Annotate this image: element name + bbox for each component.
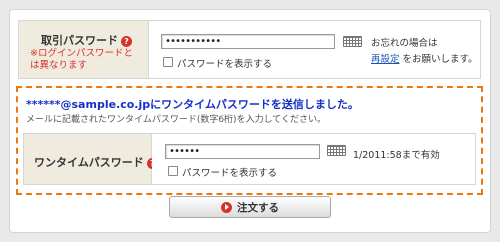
transaction-password-row: 取引パスワード? ※ログインパスワードとは異なります ••••••••••• パ… (18, 20, 481, 79)
help-icon[interactable]: ? (121, 35, 132, 47)
reset-line: 再設定 をお願いします。 (371, 52, 478, 68)
otp-expiry: 1/2011:58まで有効 (353, 150, 440, 161)
otp-input[interactable]: •••••• (165, 144, 320, 159)
otp-instruction: メールに記載されたワンタイムパスワード(数字6桁)を入力してください。 (26, 115, 327, 125)
otp-show-password-label: パスワードを表示する (182, 168, 278, 179)
otp-sent-notice: ******@sample.co.jpにワンタイムパスワードを送信しました。 (26, 98, 359, 111)
keyboard-icon[interactable] (327, 145, 346, 156)
password-note: ※ログインパスワードとは異なります (30, 48, 133, 71)
otp-value-cell: •••••• パスワードを表示する 1/2011:58まで有効 (152, 134, 475, 184)
order-button-label: 注文する (237, 201, 279, 214)
show-password-label: パスワードを表示する (177, 59, 273, 70)
transaction-password-label: 取引パスワード? (41, 32, 132, 48)
otp-label: ワンタイムパスワード? (34, 154, 158, 170)
otp-show-password-checkbox[interactable] (168, 166, 178, 176)
order-button[interactable]: 注文する (169, 196, 331, 218)
transaction-password-label-text: 取引パスワード (41, 34, 118, 47)
keyboard-icon[interactable] (343, 36, 362, 47)
otp-label-cell: ワンタイムパスワード? (24, 134, 158, 184)
play-icon (221, 201, 232, 213)
forgot-password-text: お忘れの場合は 再設定 をお願いします。 (371, 36, 478, 68)
transaction-password-label-cell: 取引パスワード? ※ログインパスワードとは異なります (19, 21, 149, 78)
otp-row: ワンタイムパスワード? •••••• パスワードを表示する 1/2011:58ま… (23, 133, 476, 185)
show-password-checkbox[interactable] (163, 57, 173, 67)
reset-suffix: をお願いします。 (402, 54, 478, 65)
otp-label-text: ワンタイムパスワード (34, 156, 144, 169)
transaction-password-input[interactable]: ••••••••••• (161, 34, 335, 49)
transaction-password-value-cell: ••••••••••• パスワードを表示する お忘れの場合は 再設定 をお願いし… (149, 21, 480, 78)
forgot-text: お忘れの場合は (371, 38, 438, 49)
reset-link[interactable]: 再設定 (371, 54, 400, 65)
